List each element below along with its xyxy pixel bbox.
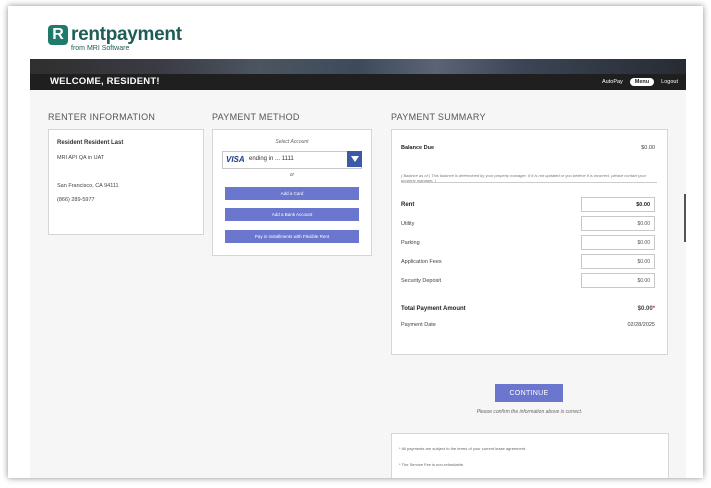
renter-phone: (866) 289-5977 bbox=[57, 197, 95, 203]
renter-company: MRI API QA in UAT bbox=[57, 155, 105, 161]
application-fees-label: Application Fees bbox=[401, 259, 442, 265]
selected-card-text: ending in ... 1111 bbox=[249, 156, 294, 162]
confirm-note: Please confirm the information above is … bbox=[476, 409, 583, 415]
disclaimer-panel: * All payments are subject to the terms … bbox=[391, 433, 669, 478]
utility-amount-field[interactable]: $0.00 bbox=[581, 216, 655, 231]
balance-due-value: $0.00 bbox=[641, 145, 655, 151]
rent-label: Rent bbox=[401, 202, 415, 208]
required-star: * bbox=[652, 306, 655, 312]
site-header: R rentpayment from MRI Software bbox=[8, 6, 703, 59]
parking-amount-field[interactable]: $0.00 bbox=[581, 235, 655, 250]
disclaimer-line-1: * All payments are subject to the terms … bbox=[399, 446, 527, 451]
renter-section-title: RENTER INFORMATION bbox=[48, 112, 156, 122]
payment-summary-panel: Balance Due $0.00 ( Balance as of ) This… bbox=[391, 129, 668, 355]
continue-button[interactable]: CONTINUE bbox=[495, 384, 563, 402]
brand-logo[interactable]: R rentpayment from MRI Software bbox=[48, 25, 182, 52]
total-payment-value: $0.00* bbox=[638, 306, 655, 312]
page-scrollbar[interactable] bbox=[684, 194, 686, 242]
total-payment-label: Total Payment Amount bbox=[401, 306, 466, 312]
security-deposit-amount-field[interactable]: $0.00 bbox=[581, 273, 655, 288]
top-nav: AutoPay Menu Logout bbox=[602, 78, 678, 86]
balance-due-label: Balance Due bbox=[401, 145, 435, 151]
chevron-down-icon[interactable] bbox=[347, 151, 362, 167]
or-label: or bbox=[289, 172, 295, 178]
renter-name: Resident Resident Last bbox=[57, 140, 124, 146]
add-bank-account-button[interactable]: Add a Bank Account bbox=[225, 208, 359, 221]
select-account-label: Select Account bbox=[275, 139, 309, 145]
main-content: RENTER INFORMATION Resident Resident Las… bbox=[30, 90, 686, 478]
nav-logout-link[interactable]: Logout bbox=[661, 79, 678, 85]
utility-label: Utility bbox=[401, 221, 415, 227]
parking-label: Parking bbox=[401, 240, 420, 246]
visa-logo-icon: VISA bbox=[226, 155, 245, 164]
payment-date-label: Payment Date bbox=[401, 322, 436, 328]
disclaimer-line-2: * The Service Fee is non-refundable. bbox=[399, 462, 465, 467]
add-card-button[interactable]: Add a Card bbox=[225, 187, 359, 200]
nav-menu-button[interactable]: Menu bbox=[629, 78, 655, 86]
total-payment-amount: $0.00 bbox=[637, 306, 653, 312]
security-deposit-label: Security Deposit bbox=[401, 278, 442, 284]
payment-summary-title: PAYMENT SUMMARY bbox=[391, 112, 486, 122]
brand-name: rentpayment bbox=[71, 24, 182, 45]
nav-autopay-link[interactable]: AutoPay bbox=[602, 79, 623, 85]
application-fees-amount-field[interactable]: $0.00 bbox=[581, 254, 655, 269]
payment-method-title: PAYMENT METHOD bbox=[212, 112, 300, 122]
renter-city: San Francisco, CA 94111 bbox=[57, 183, 119, 189]
browser-frame: R rentpayment from MRI Software WELCOME,… bbox=[8, 6, 703, 478]
payment-method-panel: Select Account VISA ending in ... 1111 o… bbox=[212, 129, 372, 256]
flexible-rent-button[interactable]: Pay in installments with Flexible Rent bbox=[225, 230, 359, 243]
account-select[interactable]: VISA ending in ... 1111 bbox=[222, 151, 362, 169]
payment-date-value[interactable]: 02/28/2025 bbox=[627, 322, 655, 328]
summary-divider bbox=[401, 182, 657, 183]
renter-info-panel: Resident Resident Last MRI API QA in UAT… bbox=[48, 129, 204, 235]
rent-amount-field[interactable]: $0.00 bbox=[581, 197, 655, 212]
welcome-banner: WELCOME, RESIDENT! AutoPay Menu Logout bbox=[30, 59, 686, 90]
logo-mark-icon: R bbox=[48, 25, 68, 45]
brand-subtitle: from MRI Software bbox=[71, 45, 130, 52]
welcome-text: WELCOME, RESIDENT! bbox=[50, 76, 160, 87]
